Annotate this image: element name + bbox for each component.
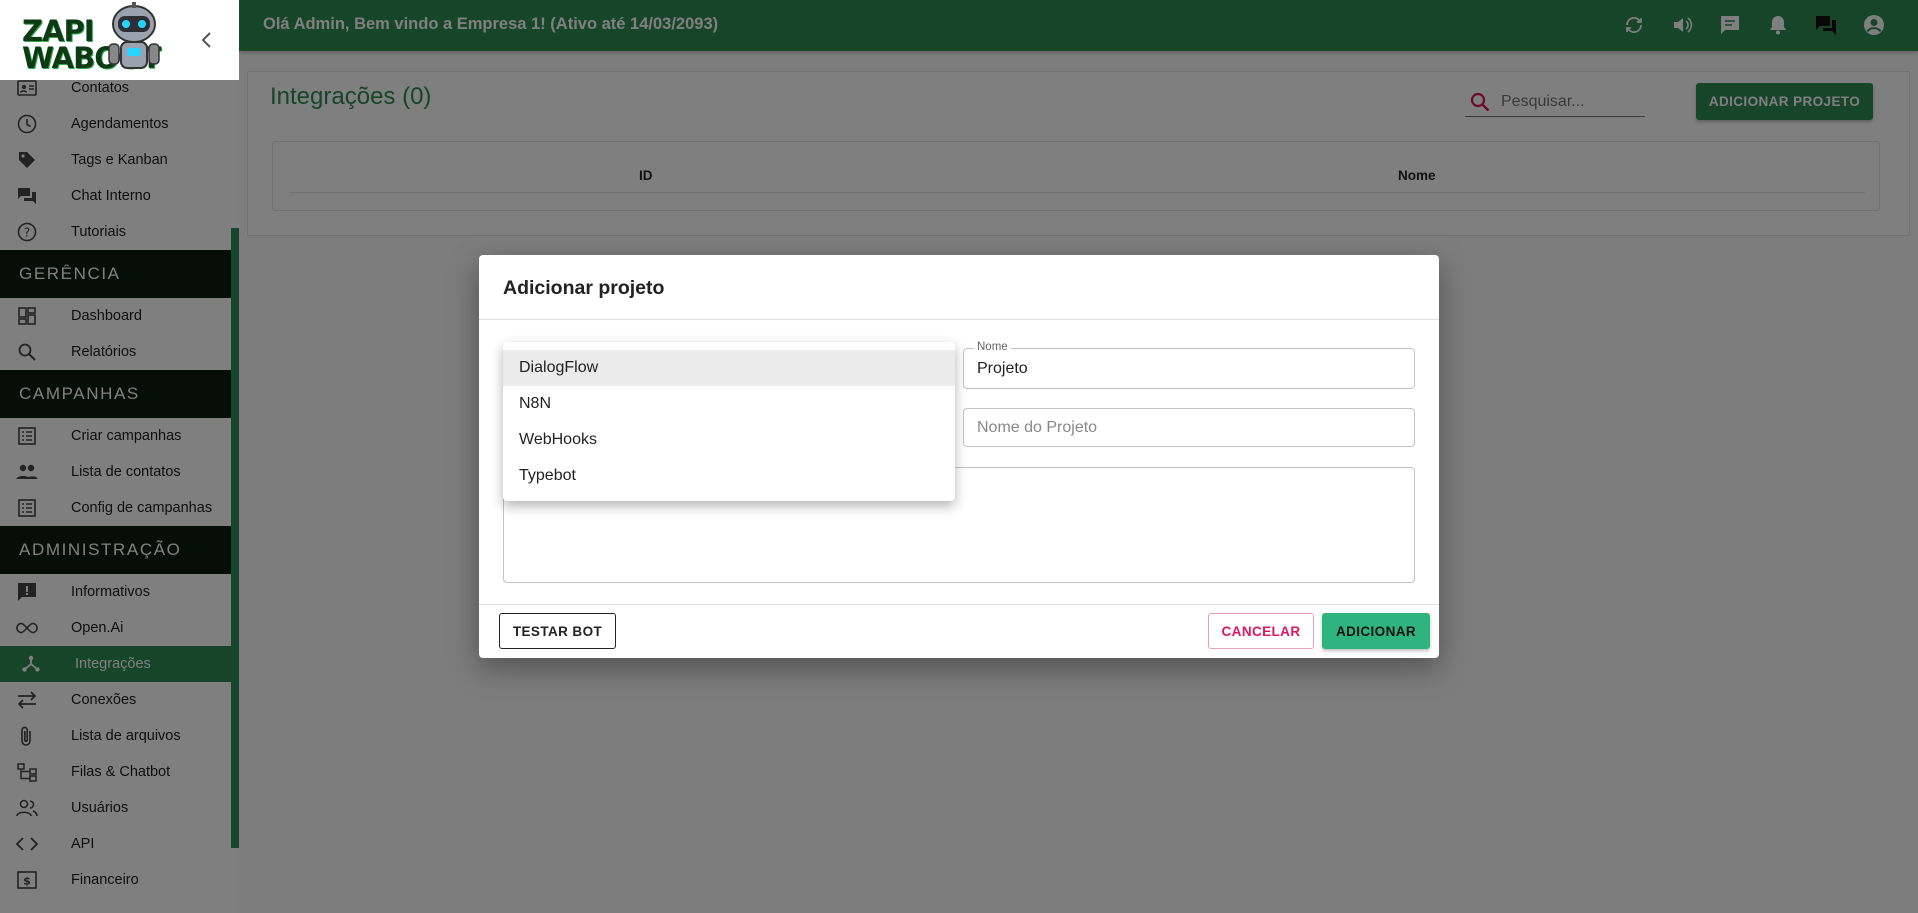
- dialog-divider: [479, 604, 1439, 605]
- add-button[interactable]: ADICIONAR: [1322, 613, 1430, 649]
- name-field[interactable]: Nome: [963, 341, 1415, 389]
- name-input[interactable]: [977, 349, 1401, 388]
- select-option-n8n[interactable]: N8N: [503, 386, 955, 422]
- dialog-divider: [479, 319, 1439, 320]
- test-bot-button[interactable]: TESTAR BOT: [499, 613, 616, 649]
- project-name-field[interactable]: [963, 408, 1415, 447]
- select-option-webhooks[interactable]: WebHooks: [503, 422, 955, 458]
- type-select-menu: DialogFlow N8N WebHooks Typebot: [503, 342, 955, 501]
- logo: ZAPI WABOOT: [0, 0, 239, 80]
- project-name-input[interactable]: [977, 409, 1401, 446]
- select-option-dialogflow[interactable]: DialogFlow: [503, 350, 955, 386]
- dialog-title: Adicionar projeto: [503, 277, 665, 299]
- cancel-button[interactable]: CANCELAR: [1208, 613, 1314, 649]
- select-option-typebot[interactable]: Typebot: [503, 458, 955, 494]
- chevron-left-icon: [201, 32, 211, 48]
- collapse-sidebar-button[interactable]: [198, 29, 216, 51]
- robot-logo-icon: [108, 2, 160, 69]
